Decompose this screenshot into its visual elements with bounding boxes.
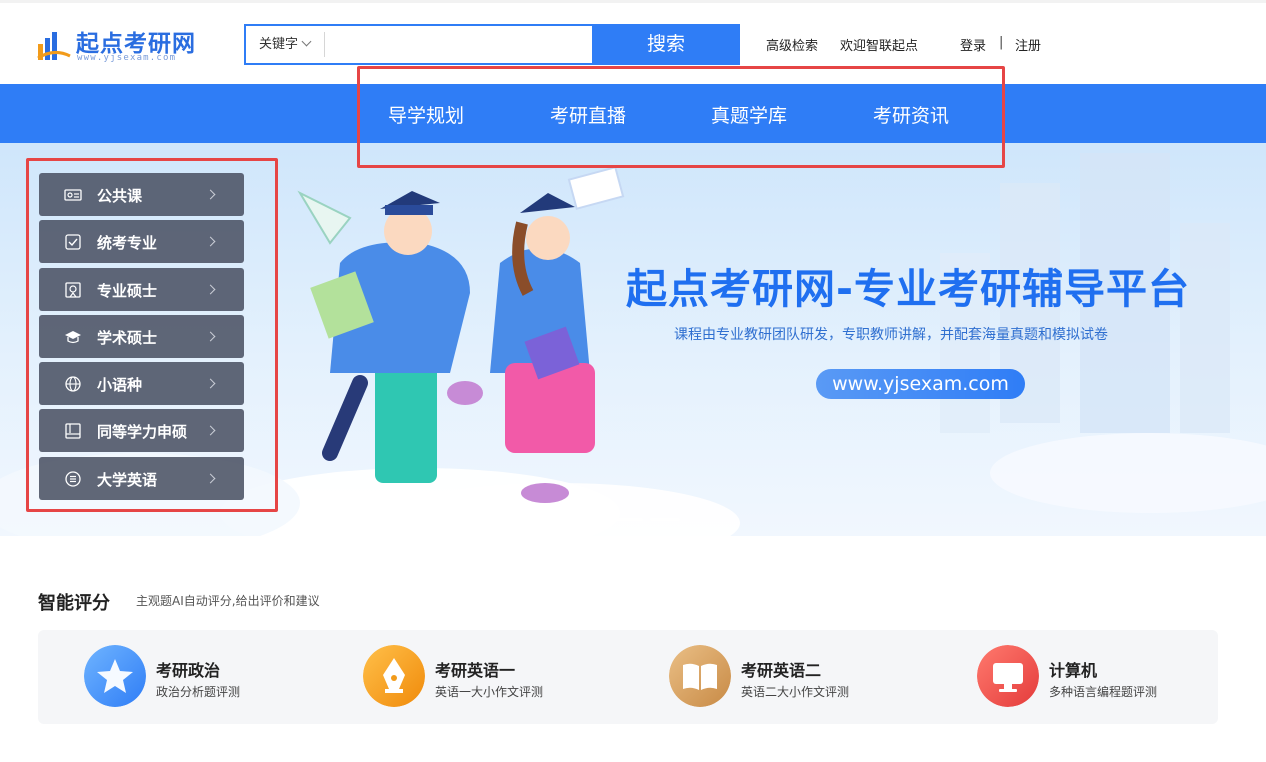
category-label: 同等学力申硕: [97, 423, 188, 441]
search-divider: [324, 32, 325, 57]
main-nav: 导学规划 考研直播 真题学库 考研资讯: [0, 84, 1266, 143]
category-professional-master[interactable]: 专业硕士: [39, 268, 244, 311]
card-desc: 英语一大小作文评测: [435, 685, 544, 699]
card-title: 考研英语一: [435, 661, 516, 680]
list-circle-icon: [65, 471, 81, 487]
card-desc: 政治分析题评测: [156, 685, 241, 699]
chevron-down-icon: [301, 36, 312, 47]
scoring-card-english-one[interactable]: 考研英语一 英语一大小作文评测: [363, 643, 623, 709]
carousel-dot[interactable]: [576, 518, 606, 521]
id-card-icon: [64, 189, 82, 201]
scoring-panel: 考研政治 政治分析题评测 考研英语一 英语一大小作文评测 考研英语二 英语二大小…: [38, 630, 1218, 724]
carousel-dot[interactable]: [650, 518, 680, 521]
card-title: 考研英语二: [741, 661, 822, 680]
checkbox-icon: [65, 234, 81, 250]
banner-title: 起点考研网-专业考研辅导平台: [626, 265, 1191, 313]
scoring-card-english-two[interactable]: 考研英语二 英语二大小作文评测: [669, 643, 929, 709]
scoring-card-computer[interactable]: 计算机 多种语言编程题评测: [977, 643, 1237, 709]
category-label: 学术硕士: [97, 329, 158, 347]
login-link[interactable]: 登录: [960, 35, 986, 54]
card-desc: 多种语言编程题评测: [1049, 685, 1158, 699]
category-equivalent-degree[interactable]: 同等学力申硕: [39, 409, 244, 452]
nav-item-study-plan[interactable]: 导学规划: [388, 101, 464, 128]
banner-subtitle: 课程由专业教研团队研发，专职教师讲解，并配套海量真题和模拟试卷: [674, 327, 1108, 343]
nav-item-exam-bank[interactable]: 真题学库: [711, 101, 787, 128]
category-minor-language[interactable]: 小语种: [39, 362, 244, 405]
book-icon: [65, 423, 81, 439]
chevron-right-icon: [205, 284, 216, 295]
search-input[interactable]: [328, 26, 592, 63]
open-book-icon: [669, 645, 731, 707]
chevron-right-icon: [205, 236, 216, 247]
category-public-course[interactable]: 公共课: [39, 173, 244, 216]
category-college-english[interactable]: 大学英语: [39, 457, 244, 500]
card-title: 考研政治: [156, 661, 221, 680]
category-unified-exam[interactable]: 统考专业: [39, 220, 244, 263]
section-subtitle: 主观题AI自动评分,给出评价和建议: [136, 594, 320, 608]
category-label: 小语种: [97, 376, 143, 394]
search-category-select[interactable]: 关键字: [246, 26, 326, 63]
chevron-right-icon: [205, 473, 216, 484]
search-button[interactable]: 搜索: [592, 24, 740, 65]
nav-item-news[interactable]: 考研资讯: [873, 101, 949, 128]
search-box: 关键字 搜索: [244, 24, 740, 65]
logo-url: www.yjsexam.com: [77, 53, 177, 63]
carousel-dot[interactable]: [613, 518, 643, 521]
card-title: 计算机: [1049, 661, 1098, 680]
star-icon: [84, 645, 146, 707]
category-academic-master[interactable]: 学术硕士: [39, 315, 244, 358]
scoring-card-politics[interactable]: 考研政治 政治分析题评测: [84, 643, 344, 709]
chevron-right-icon: [205, 425, 216, 436]
category-label: 专业硕士: [97, 282, 158, 300]
link-separator: |: [999, 35, 1004, 50]
nav-item-live[interactable]: 考研直播: [550, 101, 626, 128]
category-label: 大学英语: [97, 471, 158, 489]
top-border: [0, 0, 1266, 3]
graduation-cap-icon: [65, 331, 81, 344]
monitor-icon: [977, 645, 1039, 707]
category-label: 统考专业: [97, 234, 158, 252]
globe-icon: [65, 376, 81, 392]
category-label: 公共课: [97, 187, 143, 205]
section-title: 智能评分: [38, 593, 110, 614]
welcome-link[interactable]: 欢迎智联起点: [840, 35, 918, 54]
pen-nib-icon: [363, 645, 425, 707]
register-link[interactable]: 注册: [1015, 35, 1041, 54]
chevron-right-icon: [205, 189, 216, 200]
card-desc: 英语二大小作文评测: [741, 685, 850, 699]
certificate-icon: [65, 282, 81, 298]
banner-url-pill[interactable]: www.yjsexam.com: [816, 369, 1025, 399]
logo-bars-icon: [37, 32, 71, 60]
site-logo[interactable]: 起点考研网 www.yjsexam.com: [36, 24, 206, 66]
chevron-right-icon: [205, 331, 216, 342]
search-category-label: 关键字: [259, 37, 299, 52]
advanced-search-link[interactable]: 高级检索: [766, 35, 818, 54]
chevron-right-icon: [205, 378, 216, 389]
